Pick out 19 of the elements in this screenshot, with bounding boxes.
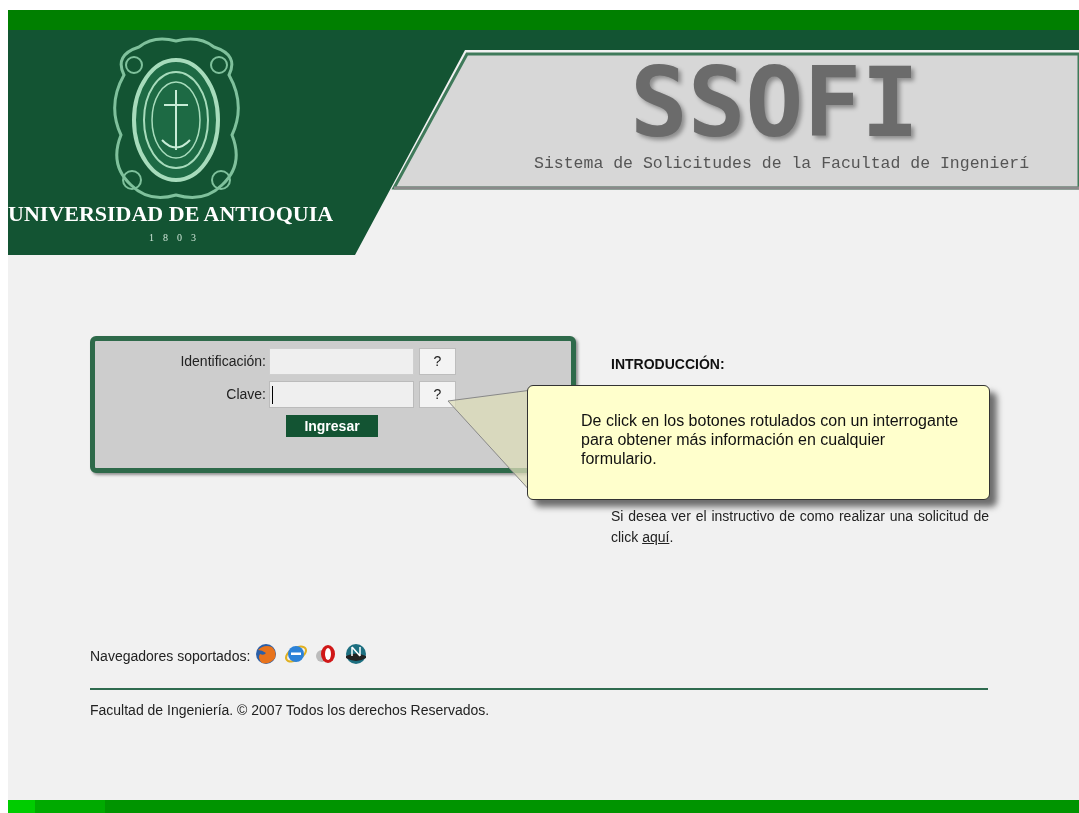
founding-year: 1803	[149, 233, 205, 243]
field-label: Identificación:	[179, 352, 267, 371]
copyright-text: Facultad de Ingeniería. © 2007 Todos los derechos Reservados.	[90, 701, 491, 720]
field-label: Clave:	[225, 385, 267, 404]
instructions-link[interactable]: aquí	[642, 529, 670, 545]
input-field[interactable]	[269, 348, 414, 375]
submit-button[interactable]: Ingresar	[286, 415, 378, 437]
help-button[interactable]: ?	[419, 381, 456, 408]
input-field[interactable]	[269, 381, 414, 408]
supported-browsers-label: Navegadores soportados:	[90, 647, 251, 666]
university-name: UNIVERSIDAD DE ANTIOQUIA	[8, 203, 334, 225]
browser-icon	[344, 641, 369, 666]
tooltip-text: De click en los botones rotulados con un interrogante para obtener más información en cualquier formulario.	[581, 411, 959, 468]
app-title: SSOFI	[630, 55, 919, 151]
browser-icon	[254, 641, 279, 666]
app-subtitle: Sistema de Solicitudes de la Facultad de Ingenierí	[534, 156, 1030, 173]
intro-text: Si desea ver el instructivo de como realizar una solicitud de click aquí.	[611, 507, 989, 547]
intro-heading: INTRODUCCIÓN:	[611, 354, 726, 374]
help-button[interactable]: ?	[419, 348, 456, 375]
